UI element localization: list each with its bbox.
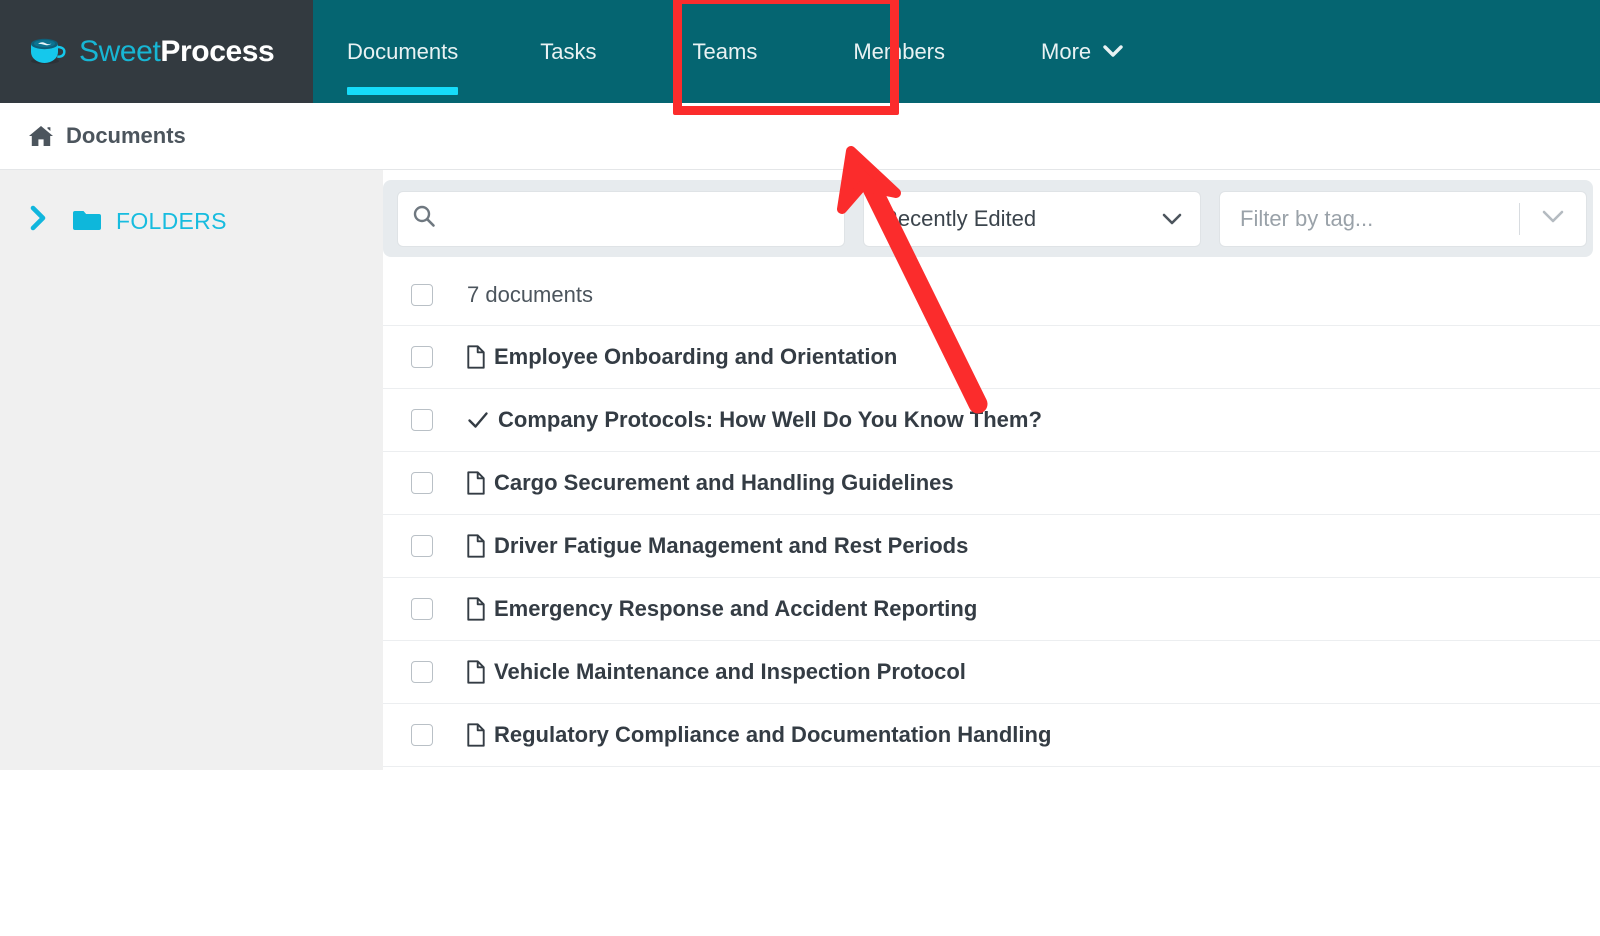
document-page-icon [467,660,485,684]
chevron-right-icon[interactable] [28,204,50,238]
chevron-down-icon [1103,45,1123,62]
nav-tab-documents-label: Documents [347,38,459,64]
document-page-icon [467,471,485,495]
brand-name-sweet: Sweet [79,34,161,68]
documents-toolbar: Recently Edited Filter by tag... [383,180,1593,257]
sidebar-item-folders-label: FOLDERS [116,207,227,234]
document-title[interactable]: Vehicle Maintenance and Inspection Proto… [467,659,966,685]
active-tab-underline [347,87,459,95]
document-page-icon [467,534,485,558]
document-title-text: Regulatory Compliance and Documentation … [494,722,1052,747]
row-checkbox[interactable] [411,598,433,620]
nav-tab-teams-label: Teams [692,38,758,64]
document-title-text: Vehicle Maintenance and Inspection Proto… [494,659,966,684]
document-title[interactable]: Regulatory Compliance and Documentation … [467,722,1051,748]
document-title[interactable]: Driver Fatigue Management and Rest Perio… [467,533,968,559]
brand-name-process: Process [160,34,275,68]
document-page-icon [467,345,485,369]
breadcrumb-label[interactable]: Documents [66,123,186,149]
document-title[interactable]: Company Protocols: How Well Do You Know … [467,407,1042,433]
sort-select-wrapper: Recently Edited [863,190,1201,247]
nav-tab-tasks-label: Tasks [540,38,597,64]
nav-tab-more-label: More [1041,38,1092,64]
breadcrumb: Documents [0,103,1600,170]
documents-list: Employee Onboarding and Orientation Comp… [383,325,1600,767]
table-row[interactable]: Company Protocols: How Well Do You Know … [383,388,1600,451]
brand-logo[interactable]: SweetProcess [0,0,313,103]
document-title-text: Emergency Response and Accident Reportin… [494,596,978,621]
folder-icon [72,209,102,233]
app-page: SweetProcess Documents Tasks Teams Membe… [0,0,1600,936]
document-page-icon [467,597,485,621]
document-title[interactable]: Emergency Response and Accident Reportin… [467,596,977,622]
nav-tab-members[interactable]: Members [805,0,993,103]
document-title-text: Driver Fatigue Management and Rest Perio… [494,533,969,558]
nav-tab-members-label: Members [853,38,946,64]
document-count-label: 7 documents [467,282,593,307]
document-title-text: Employee Onboarding and Orientation [494,344,898,369]
tag-filter-divider [1519,202,1520,235]
table-row[interactable]: Employee Onboarding and Orientation [383,325,1600,388]
nav-tab-more[interactable]: More [993,0,1171,103]
nav-tab-tasks[interactable]: Tasks [492,0,644,103]
table-row[interactable]: Driver Fatigue Management and Rest Perio… [383,514,1600,577]
search-box[interactable] [397,190,845,247]
select-all-row: 7 documents [383,265,1600,325]
search-input[interactable] [448,207,830,230]
row-checkbox[interactable] [411,535,433,557]
body-area: FOLDERS Recently Edited Filter by tag...… [0,170,1600,936]
row-checkbox[interactable] [411,409,433,431]
sidebar-item-folders[interactable]: FOLDERS [0,197,383,245]
tag-filter[interactable]: Filter by tag... [1219,190,1587,247]
document-page-icon [467,723,485,747]
table-row[interactable]: Regulatory Compliance and Documentation … [383,703,1600,766]
sidebar: FOLDERS [0,170,383,770]
document-title-text: Cargo Securement and Handling Guidelines [494,470,954,495]
table-row[interactable]: Emergency Response and Accident Reportin… [383,577,1600,640]
row-checkbox[interactable] [411,724,433,746]
nav-items: Documents Tasks Teams Members More [313,0,1171,103]
top-navigation-bar: SweetProcess Documents Tasks Teams Membe… [0,0,1600,115]
nav-tab-teams[interactable]: Teams [645,0,806,103]
search-icon [412,204,436,233]
row-checkbox[interactable] [411,472,433,494]
table-row[interactable]: Cargo Securement and Handling Guidelines [383,451,1600,514]
select-all-checkbox[interactable] [411,284,433,306]
chevron-down-icon[interactable] [1542,207,1564,230]
home-icon[interactable] [28,124,54,148]
row-checkbox[interactable] [411,661,433,683]
coffee-cup-icon [28,35,68,69]
row-checkbox[interactable] [411,346,433,368]
sort-select-value: Recently Edited [882,205,1037,231]
table-row[interactable]: Vehicle Maintenance and Inspection Proto… [383,640,1600,703]
checkmark-icon [467,409,489,431]
brand-wordmark: SweetProcess [79,34,275,69]
sort-select[interactable]: Recently Edited [863,190,1201,247]
chevron-down-icon [1162,206,1182,232]
nav-tab-documents[interactable]: Documents [313,0,492,103]
document-title[interactable]: Cargo Securement and Handling Guidelines [467,470,954,496]
document-title-text: Company Protocols: How Well Do You Know … [498,407,1042,432]
document-title[interactable]: Employee Onboarding and Orientation [467,344,897,370]
tag-filter-placeholder: Filter by tag... [1240,205,1374,231]
main-content: Recently Edited Filter by tag... 7 docum… [383,170,1600,936]
